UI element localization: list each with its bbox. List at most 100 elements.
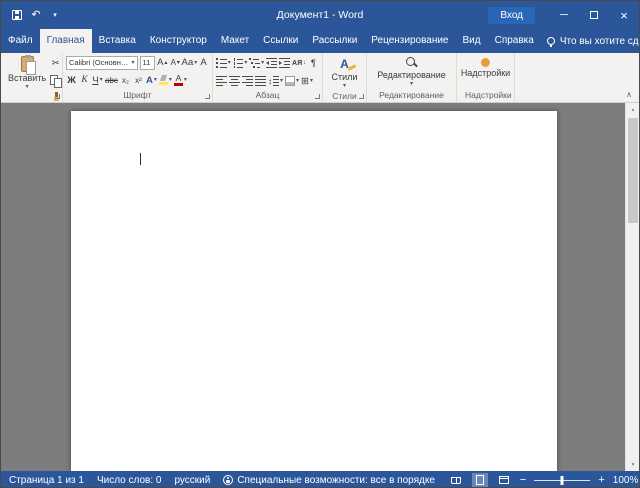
font-color-button[interactable]: А ▾ <box>174 73 187 88</box>
zoom-slider-thumb[interactable] <box>561 476 564 485</box>
accessibility-status[interactable]: Специальные возможности: все в порядке <box>223 475 435 486</box>
tab-insert[interactable]: Вставка <box>92 29 143 53</box>
tab-mailings[interactable]: Рассылки <box>305 29 364 53</box>
paste-button[interactable]: Вставить ▾ <box>4 55 50 105</box>
borders-button[interactable]: ⊞▾ <box>301 74 313 89</box>
font-group: Calibri (Основной текст) ▾ 11 А▴ А▾ <box>63 53 213 102</box>
bold-button[interactable]: Ж <box>66 73 77 88</box>
shrink-font-button[interactable]: А▾ <box>170 55 181 70</box>
tab-view[interactable]: Вид <box>456 29 488 53</box>
styles-button[interactable]: А Стили ▾ <box>328 55 362 90</box>
zoom-out-button[interactable]: − <box>520 475 526 486</box>
language-indicator[interactable]: русский <box>174 475 210 486</box>
editing-button-label: Редактирование <box>377 70 446 80</box>
tab-help[interactable]: Справка <box>488 29 541 53</box>
highlight-color-button[interactable]: ▾ <box>159 73 172 88</box>
scrollbar-thumb[interactable] <box>628 118 638 223</box>
word-count[interactable]: Число слов: 0 <box>97 475 161 486</box>
addin-icon <box>481 58 490 67</box>
tell-me-text: Что вы хотите сделать? <box>560 36 640 47</box>
tab-references[interactable]: Ссылки <box>256 29 305 53</box>
print-layout-button[interactable] <box>472 473 488 487</box>
dropdown-icon: ▾ <box>343 83 346 89</box>
bullets-button[interactable]: ▾ <box>216 56 231 71</box>
line-spacing-button[interactable]: ↕▾ <box>268 74 283 89</box>
text-cursor <box>140 153 141 165</box>
tab-home[interactable]: Главная <box>40 29 92 53</box>
tell-me-box[interactable]: Что вы хотите сделать? <box>547 29 640 53</box>
paragraph-dialog-launcher[interactable] <box>315 94 320 99</box>
tab-design[interactable]: Конструктор <box>143 29 214 53</box>
copy-button[interactable] <box>50 73 61 88</box>
styles-dialog-launcher[interactable] <box>359 94 364 99</box>
sign-in-button[interactable]: Вход <box>488 7 535 24</box>
tab-layout[interactable]: Макет <box>214 29 256 53</box>
clipboard-dialog-launcher[interactable] <box>55 94 60 99</box>
read-mode-button[interactable] <box>448 473 464 487</box>
minimize-button[interactable]: ─ <box>549 1 579 29</box>
lightbulb-icon <box>547 37 555 45</box>
font-dialog-launcher[interactable] <box>205 94 210 99</box>
undo-button[interactable]: ↶ <box>30 7 42 23</box>
dropdown-icon: ▾ <box>130 60 135 66</box>
strikethrough-button[interactable]: abc <box>105 73 118 88</box>
numbering-button[interactable]: ▾ <box>233 56 248 71</box>
addins-button[interactable]: Надстройки <box>457 55 514 89</box>
underline-button[interactable]: Ч▾ <box>92 73 103 88</box>
multilevel-list-button[interactable]: ▾ <box>249 56 264 71</box>
close-button[interactable]: × <box>609 1 639 29</box>
editing-button[interactable]: Редактирование ▾ <box>373 55 450 89</box>
zoom-slider[interactable] <box>534 480 590 481</box>
dropdown-icon: ▾ <box>194 60 197 66</box>
tab-file[interactable]: Файл <box>1 29 40 53</box>
tab-review[interactable]: Рецензирование <box>364 29 455 53</box>
vertical-scrollbar[interactable]: ▲ ▼ <box>625 103 639 471</box>
line-spacing-icon: ↕ <box>268 77 272 86</box>
zoom-in-button[interactable]: + <box>598 475 604 486</box>
change-case-button[interactable]: Аа▾ <box>183 55 196 70</box>
justify-button[interactable] <box>255 74 266 89</box>
scroll-down-button[interactable]: ▼ <box>626 458 639 471</box>
align-right-icon <box>242 76 253 86</box>
font-size-select[interactable]: 11 <box>140 56 155 70</box>
font-name-select[interactable]: Calibri (Основной текст) ▾ <box>66 56 138 70</box>
clipboard-group: Вставить ▾ ✂ Буфер обмена <box>1 53 63 102</box>
page-indicator[interactable]: Страница 1 из 1 <box>9 475 84 486</box>
maximize-icon <box>590 11 598 19</box>
web-layout-button[interactable] <box>496 473 512 487</box>
scroll-up-button[interactable]: ▲ <box>626 103 639 116</box>
cut-button[interactable]: ✂ <box>50 56 61 71</box>
sort-arrow-icon: ↓ <box>303 60 306 66</box>
save-button[interactable] <box>11 7 23 23</box>
dropdown-icon: ▾ <box>261 60 264 66</box>
font-group-label: Шрифт <box>63 89 212 102</box>
dropdown-icon: ▾ <box>228 60 231 66</box>
show-formatting-marks-button[interactable]: ¶ <box>308 56 319 71</box>
align-left-button[interactable] <box>216 74 227 89</box>
accessibility-text: Специальные возможности: все в порядке <box>237 475 435 486</box>
qat-customize-button[interactable]: ▾ <box>49 7 61 23</box>
italic-button[interactable]: К <box>79 73 90 88</box>
text-effects-letter: А <box>146 75 153 86</box>
align-right-button[interactable] <box>242 74 253 89</box>
zoom-level[interactable]: 100% <box>613 475 639 486</box>
shading-button[interactable]: ▾ <box>285 74 299 89</box>
clear-formatting-button[interactable]: А <box>198 55 209 70</box>
increase-indent-button[interactable] <box>279 56 290 71</box>
highlighter-icon <box>160 75 167 81</box>
document-page[interactable] <box>71 111 557 471</box>
read-mode-icon <box>451 477 461 484</box>
decrease-indent-button[interactable] <box>266 56 277 71</box>
align-center-button[interactable] <box>229 74 240 89</box>
paragraph-group: ▾ ▾ ▾ АЯ↓ ¶ ↕▾ ▾ <box>213 53 323 102</box>
collapse-ribbon-button[interactable]: ∧ <box>626 91 632 99</box>
maximize-button[interactable] <box>579 1 609 29</box>
sort-letters: АЯ <box>292 60 302 67</box>
text-effects-button[interactable]: А▾ <box>146 73 157 88</box>
subscript-button[interactable]: x₂ <box>120 73 131 88</box>
sort-button[interactable]: АЯ↓ <box>292 56 306 71</box>
word-window: ↶ ▾ Документ1 - Word Вход ─ × Файл Главн… <box>0 0 640 488</box>
superscript-button[interactable]: x² <box>133 73 144 88</box>
grow-font-button[interactable]: А▴ <box>157 55 168 70</box>
borders-icon: ⊞ <box>301 76 309 87</box>
